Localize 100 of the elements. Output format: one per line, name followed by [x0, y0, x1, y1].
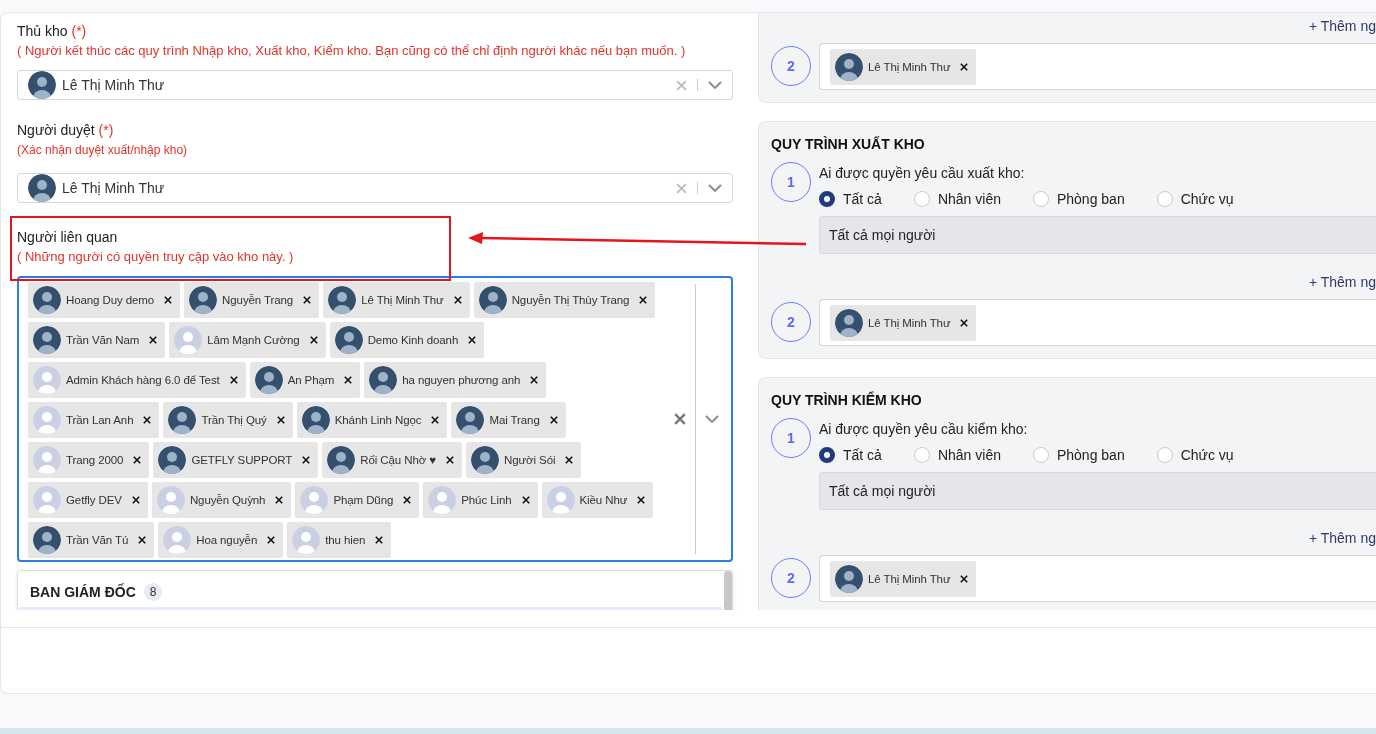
remove-icon[interactable] [530, 376, 539, 384]
radio-option[interactable]: Nhân viên [913, 191, 1001, 207]
avatar-icon [168, 406, 197, 434]
field-hint: ( Những người có quyền truy cập vào kho này. ) [17, 248, 294, 266]
remove-icon[interactable] [149, 336, 158, 344]
person-chip[interactable]: Khánh Linh Ngọc [296, 402, 448, 438]
person-chip[interactable]: Hoang Duy demo [28, 282, 181, 318]
add-person-link[interactable]: + Thêm ng [1308, 274, 1376, 290]
avatar-icon [835, 564, 863, 593]
people-multiselect[interactable] [17, 276, 733, 562]
people-field[interactable]: Lê Thị Minh Thư [819, 555, 1376, 602]
scope-field[interactable]: Tất cả mọi người [819, 216, 1376, 254]
person-chip[interactable]: Phúc Linh [423, 482, 538, 518]
remove-icon[interactable] [133, 456, 142, 464]
person-chip[interactable]: Getfly DEV [28, 482, 148, 518]
person-chip[interactable]: Trần Văn Nam [28, 322, 166, 358]
radio-icon[interactable] [819, 447, 835, 463]
chevron-down-icon[interactable] [705, 415, 719, 423]
remove-icon[interactable] [960, 62, 969, 71]
remove-icon[interactable] [276, 416, 285, 424]
person-chip[interactable]: Trần Thị Quý [163, 402, 293, 438]
add-person-link[interactable]: + Thêm ng [1308, 18, 1376, 34]
avatar-icon [835, 52, 863, 81]
person-chip[interactable]: Lê Thị Minh Thư [830, 48, 977, 85]
remove-icon[interactable] [565, 456, 574, 464]
avatar-icon [33, 406, 61, 434]
person-chip[interactable]: ha nguyen phương anh [364, 362, 547, 398]
person-chip[interactable]: Lê Thị Minh Thư [830, 304, 977, 341]
person-chip[interactable]: Mai Trang [451, 402, 566, 438]
person-chip[interactable]: Admin Khách hàng 6.0 để Test [28, 362, 246, 398]
remove-icon[interactable] [375, 536, 384, 544]
avatar-icon [33, 486, 61, 514]
avatar-icon [158, 446, 187, 474]
chevron-down-icon[interactable] [708, 81, 722, 89]
people-field[interactable]: Lê Thị Minh Thư [819, 43, 1376, 90]
people-field[interactable]: Lê Thị Minh Thư [819, 299, 1376, 346]
remove-icon[interactable] [637, 496, 646, 504]
radio-icon[interactable] [819, 191, 835, 207]
remove-icon[interactable] [431, 416, 440, 424]
remove-icon[interactable] [229, 376, 238, 384]
remove-icon[interactable] [468, 336, 477, 344]
field-hint: ( Người kết thúc các quy trình Nhập kho, Xuất kho, Kiểm kho. Bạn cũng có thể chỉ định người khác nếu bạn muốn. ) [17, 42, 686, 60]
remove-icon[interactable] [309, 336, 318, 344]
remove-icon[interactable] [267, 536, 276, 544]
step-question: Ai được quyền yêu cầu xuất kho: [819, 164, 1025, 183]
person-chip[interactable]: Lê Thị Minh Thư [830, 560, 977, 597]
remove-icon[interactable] [302, 456, 311, 464]
person-chip[interactable]: Nguyễn Quỳnh [151, 482, 292, 518]
person-chip[interactable]: Lâm Mạnh Cường [169, 322, 326, 358]
remove-icon[interactable] [303, 296, 312, 304]
remove-icon[interactable] [138, 536, 147, 544]
avatar-icon [300, 486, 329, 514]
person-chip[interactable]: Demo Kinh doanh [329, 322, 485, 358]
add-person-link[interactable]: + Thêm ng [1308, 530, 1376, 546]
scrollbar[interactable] [724, 571, 732, 610]
person-chip[interactable]: thu hien [287, 522, 392, 558]
remove-icon[interactable] [143, 416, 152, 424]
avatar-icon [33, 446, 61, 474]
radio-option[interactable]: Tất cả [819, 191, 882, 207]
person-chip[interactable]: Rối Cậu Nhờ ♥ [322, 442, 462, 478]
person-select[interactable]: Lê Thị Minh Thư [17, 70, 733, 100]
avatar-icon [33, 526, 61, 554]
radio-option[interactable]: Nhân viên [913, 447, 1001, 463]
chevron-down-icon[interactable] [708, 184, 722, 192]
person-chip[interactable]: Phạm Dũng [295, 482, 420, 518]
person-chip[interactable]: Trang 2000 [28, 442, 150, 478]
person-chip[interactable]: GETFLY SUPPORT [153, 442, 319, 478]
avatar-icon [33, 326, 61, 354]
scope-field[interactable]: Tất cả mọi người [819, 472, 1376, 510]
person-chip[interactable]: Kiều Như [541, 482, 654, 518]
remove-icon[interactable] [164, 296, 173, 304]
radio-option[interactable]: Tất cả [819, 447, 882, 463]
count-badge: 8 [143, 583, 163, 601]
radio-option[interactable]: Phòng ban [1032, 447, 1125, 463]
remove-icon[interactable] [960, 574, 969, 583]
remove-icon[interactable] [446, 456, 454, 464]
person-chip[interactable]: An Phạm [249, 362, 361, 398]
radio-option[interactable]: Chức vụ [1156, 191, 1234, 207]
avatar-icon [163, 526, 192, 554]
person-chip[interactable]: Trần Văn Tú [28, 522, 155, 558]
remove-icon[interactable] [453, 296, 462, 304]
person-chip[interactable]: Nguyễn Trang [184, 282, 320, 318]
remove-icon[interactable] [344, 376, 353, 384]
radio-option[interactable]: Phòng ban [1032, 191, 1125, 207]
person-chip[interactable]: Nguyễn Thị Thùy Trang [473, 282, 656, 318]
avatar-icon [189, 286, 218, 314]
avatar-icon [292, 526, 321, 554]
remove-icon[interactable] [131, 496, 140, 504]
remove-icon[interactable] [639, 296, 648, 304]
person-chip[interactable]: Lê Thị Minh Thư [323, 282, 470, 318]
remove-icon[interactable] [275, 496, 284, 504]
remove-icon[interactable] [403, 496, 412, 504]
person-select[interactable]: Lê Thị Minh Thư [17, 173, 733, 203]
radio-option[interactable]: Chức vụ [1156, 447, 1234, 463]
person-chip[interactable]: Hoa nguyễn [158, 522, 284, 558]
person-chip[interactable]: Trần Lan Anh [28, 402, 160, 438]
person-chip[interactable]: Người Sói [466, 442, 582, 478]
remove-icon[interactable] [549, 416, 558, 424]
remove-icon[interactable] [521, 496, 530, 504]
remove-icon[interactable] [960, 318, 969, 327]
